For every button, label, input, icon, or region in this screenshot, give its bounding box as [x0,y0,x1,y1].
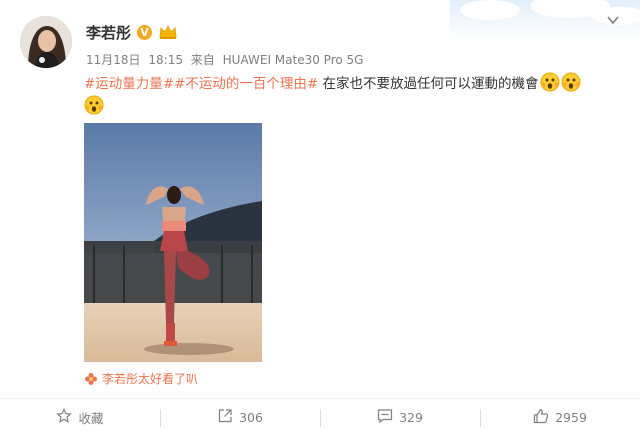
crown-icon [158,24,178,40]
scream-face-emoji-icon [540,72,560,92]
scream-face-emoji-icon [84,95,104,115]
verified-badge: V [137,24,153,40]
user-header: 李若彤 V [86,22,178,42]
scream-face-emoji-icon [561,72,581,92]
caption-text[interactable]: 李若彤太好看了叭 [102,370,198,387]
comment-button[interactable]: 329 [320,399,480,436]
share-icon [217,408,233,427]
user-name[interactable]: 李若彤 [86,22,131,43]
avatar[interactable] [20,16,72,68]
topic-link-2[interactable]: #不运动的一百个理由# [174,76,318,92]
photo-caption[interactable]: 李若彤太好看了叭 [84,370,198,387]
repost-button[interactable]: 306 [160,399,320,436]
post-time[interactable]: 18:15 [148,53,183,67]
post-device: HUAWEI Mate30 Pro 5G [222,53,364,67]
flower-icon [84,372,98,386]
action-bar: 收藏 306 329 2959 [0,398,640,436]
post-date[interactable]: 11月18日 [86,53,141,67]
comment-icon [377,408,393,427]
like-button[interactable]: 2959 [480,399,640,436]
post-meta: 11月18日 18:15 来自 HUAWEI Mate30 Pro 5G [86,51,367,68]
post-photo[interactable] [84,123,262,362]
comment-count: 329 [399,410,423,425]
topic-link-1[interactable]: #运动量力量# [84,76,174,92]
repost-count: 306 [239,410,263,425]
star-icon [56,408,73,427]
chevron-down-icon[interactable] [606,12,620,26]
favorite-button[interactable]: 收藏 [0,399,160,436]
like-count: 2959 [555,410,587,425]
post-body: 在家也不要放過任何可以運動的機會 [318,76,539,92]
favorite-label: 收藏 [78,411,104,426]
post-text: #运动量力量##不运动的一百个理由# 在家也不要放過任何可以運動的機會 [84,72,624,118]
thumbs-up-icon [533,408,549,427]
source-prefix: 来自 [190,53,215,67]
